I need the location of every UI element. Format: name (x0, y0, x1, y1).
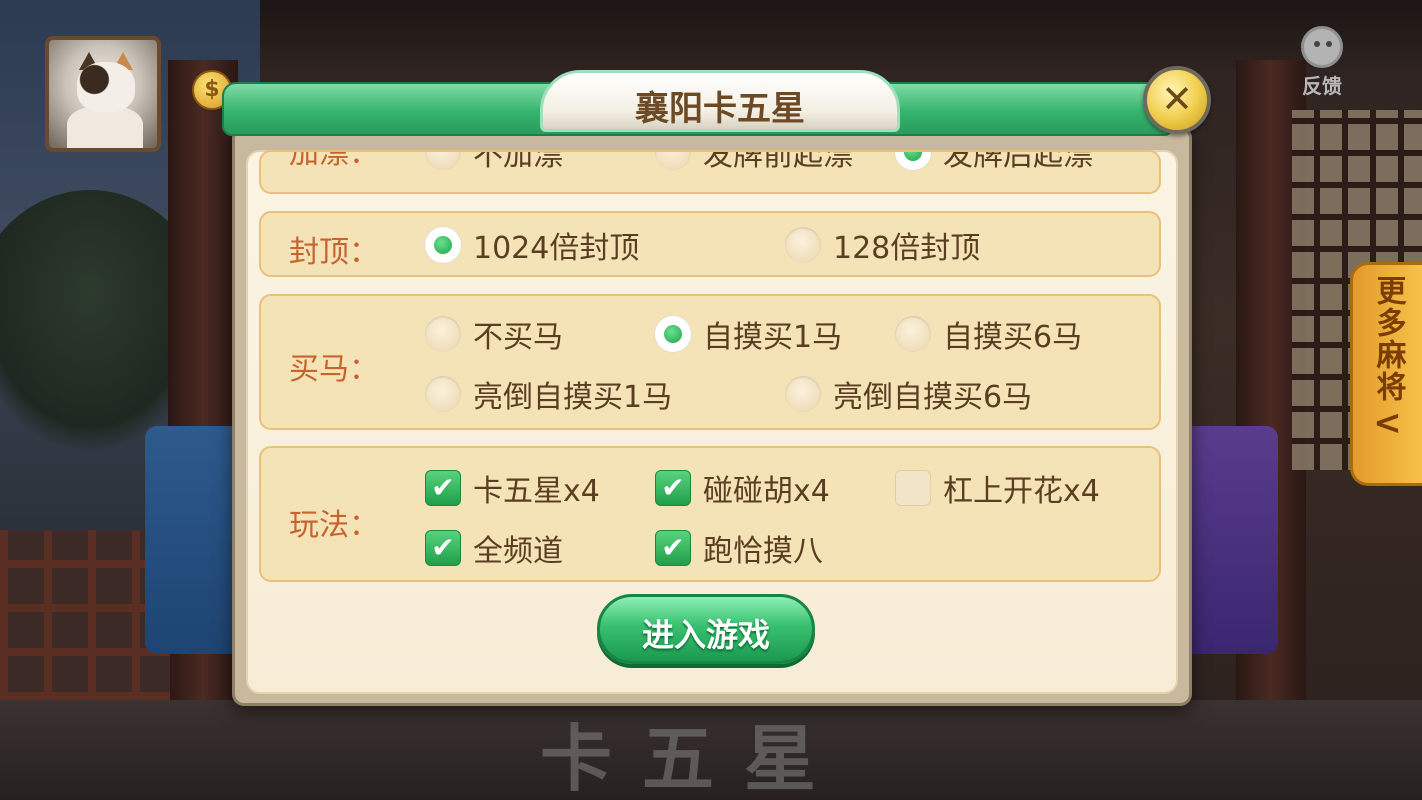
option-group-maima: 买马： 不买马 自摸买1马 自摸买6马 亮倒自摸买1马 亮倒自摸买6马 (259, 294, 1161, 430)
group-label-maima: 买马： (289, 352, 379, 387)
avatar-cat-body (67, 106, 143, 148)
option-label: 发牌前起漂 (703, 150, 853, 173)
option-label: 128倍封顶 (833, 231, 981, 266)
option-label: 发牌后起漂 (943, 150, 1093, 173)
radio-button[interactable] (655, 152, 691, 170)
option-label: 亮倒自摸买6马 (833, 380, 1033, 415)
option-label: 自摸买1马 (703, 320, 843, 355)
dialog-title-plaque: 襄阳卡五星 (540, 70, 900, 132)
checkbox-option[interactable]: ✔ 卡五星x4 (425, 466, 600, 510)
radio-option[interactable]: 亮倒自摸买1马 (425, 372, 672, 416)
radio-button[interactable] (895, 316, 931, 352)
dialog-title: 襄阳卡五星 (635, 89, 805, 129)
radio-button[interactable] (425, 316, 461, 352)
radio-button[interactable] (785, 227, 821, 263)
option-group-fengding: 封顶： 1024倍封顶 128倍封顶 (259, 211, 1161, 277)
checkbox-checked[interactable]: ✔ (425, 530, 461, 566)
checkbox-checked[interactable]: ✔ (655, 470, 691, 506)
more-mahjong-tab[interactable]: 更多麻将 < (1350, 262, 1422, 486)
group-label-wanfa: 玩法： (289, 508, 379, 543)
checkbox-checked[interactable]: ✔ (425, 470, 461, 506)
option-label: 自摸买6马 (943, 320, 1083, 355)
enter-game-button[interactable]: 进入游戏 (597, 594, 815, 664)
radio-button[interactable] (785, 376, 821, 412)
radio-button-selected[interactable] (425, 227, 461, 263)
option-label: 杠上开花x4 (943, 474, 1100, 509)
checkmark-icon: ✔ (431, 531, 455, 564)
radio-option[interactable]: 128倍封顶 (785, 223, 980, 267)
feedback-button[interactable]: 反馈 (1284, 26, 1360, 106)
player-avatar[interactable] (45, 36, 161, 152)
radio-button[interactable] (425, 152, 461, 170)
option-label: 跑恰摸八 (703, 534, 823, 569)
checkbox-option[interactable]: ✔ 全频道 (425, 526, 563, 570)
option-label: 碰碰胡x4 (703, 474, 830, 509)
headset-icon (1301, 26, 1343, 68)
option-label: 不买马 (473, 320, 563, 355)
radio-option[interactable]: 1024倍封顶 (425, 223, 639, 267)
group-label-jiapiao: 加漂： (289, 150, 379, 171)
radio-option[interactable]: 发牌后起漂 (895, 150, 1093, 174)
background-watermark: 卡五星 (540, 716, 847, 800)
checkmark-icon: ✔ (431, 471, 455, 504)
option-group-jiapiao: 加漂： 不加漂 发牌前起漂 发牌后起漂 (259, 150, 1161, 194)
avatar-cat-head (77, 62, 135, 112)
checkmark-icon: ✔ (661, 471, 685, 504)
checkbox-option[interactable]: ✔ 碰碰胡x4 (655, 466, 830, 510)
radio-option[interactable]: 不买马 (425, 312, 563, 356)
close-button[interactable]: ✕ (1143, 66, 1211, 134)
close-icon: ✕ (1161, 77, 1193, 121)
checkbox-option[interactable]: 杠上开花x4 (895, 466, 1100, 510)
radio-option[interactable]: 自摸买1马 (655, 312, 842, 356)
checkmark-icon: ✔ (661, 531, 685, 564)
checkbox-option[interactable]: ✔ 跑恰摸八 (655, 526, 823, 570)
radio-button-selected[interactable] (895, 152, 931, 170)
radio-option[interactable]: 亮倒自摸买6马 (785, 372, 1032, 416)
option-group-wanfa: 玩法： ✔ 卡五星x4 ✔ 碰碰胡x4 杠上开花x4 ✔ 全频道 ✔ 跑恰摸八 (259, 446, 1161, 582)
group-label-fengding: 封顶： (289, 235, 379, 270)
more-mahjong-label: 更多麻将 (1370, 275, 1406, 403)
radio-option[interactable]: 自摸买6马 (895, 312, 1082, 356)
radio-option[interactable]: 发牌前起漂 (655, 150, 853, 174)
checkbox-checked[interactable]: ✔ (655, 530, 691, 566)
feedback-label: 反馈 (1302, 74, 1342, 98)
radio-button[interactable] (425, 376, 461, 412)
radio-option[interactable]: 不加漂 (425, 150, 563, 174)
radio-button-selected[interactable] (655, 316, 691, 352)
option-label: 不加漂 (473, 150, 563, 173)
checkbox-unchecked[interactable] (895, 470, 931, 506)
enter-game-label: 进入游戏 (641, 616, 770, 654)
option-label: 亮倒自摸买1马 (473, 380, 673, 415)
option-label: 全频道 (473, 534, 563, 569)
chevron-left-icon: < (1373, 403, 1402, 443)
option-label: 1024倍封顶 (473, 231, 640, 266)
option-label: 卡五星x4 (473, 474, 600, 509)
